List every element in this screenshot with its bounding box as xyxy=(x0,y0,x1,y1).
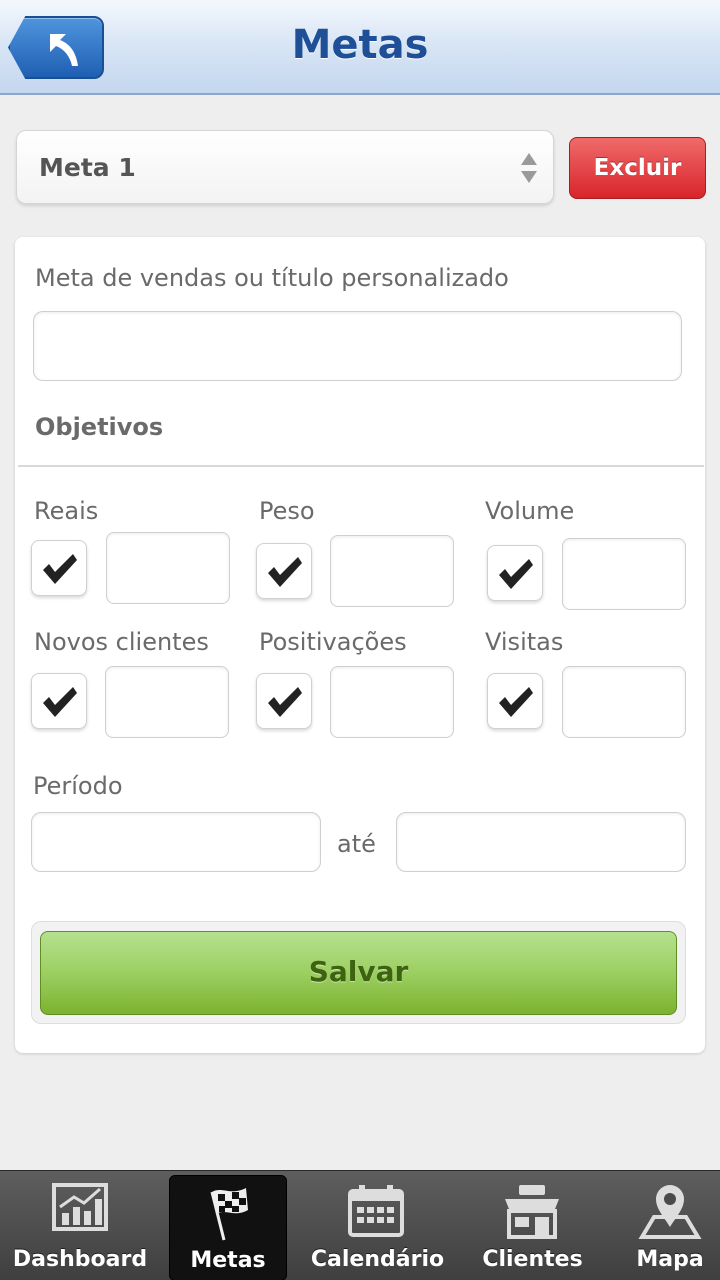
objective-label-visitas: Visitas xyxy=(485,628,564,656)
objective-label-novos-clientes: Novos clientes xyxy=(34,628,209,656)
checkbox-reais[interactable] xyxy=(31,540,87,596)
chart-icon xyxy=(52,1183,108,1231)
checkmark-icon xyxy=(43,687,77,717)
tab-label-clientes: Clientes xyxy=(482,1247,583,1272)
page-title: Metas xyxy=(291,22,429,68)
checkered-flag-icon xyxy=(210,1188,248,1241)
tab-metas[interactable]: Metas xyxy=(169,1175,287,1280)
tab-dashboard[interactable]: Dashboard xyxy=(0,1171,160,1280)
tab-mapa[interactable]: Mapa xyxy=(620,1171,720,1280)
delete-button[interactable]: Excluir xyxy=(569,137,706,199)
calendar-icon xyxy=(348,1185,404,1237)
objectives-heading: Objetivos xyxy=(35,413,164,441)
period-separator: até xyxy=(337,830,376,858)
objective-label-volume: Volume xyxy=(485,497,575,525)
title-label: Meta de vendas ou título personalizado xyxy=(35,264,509,292)
objective-label-positivacoes: Positivações xyxy=(259,628,407,656)
input-positivacoes[interactable] xyxy=(330,666,454,738)
tab-label-metas: Metas xyxy=(190,1248,266,1273)
checkbox-peso[interactable] xyxy=(256,543,312,599)
objective-label-peso: Peso xyxy=(259,497,315,525)
checkbox-volume[interactable] xyxy=(487,545,543,601)
tab-calendario[interactable]: Calendário xyxy=(300,1171,455,1280)
checkmark-icon xyxy=(499,687,533,717)
period-end-input[interactable] xyxy=(396,812,686,872)
checkbox-positivacoes[interactable] xyxy=(256,673,312,729)
tab-label-dashboard: Dashboard xyxy=(12,1247,148,1272)
checkmark-icon xyxy=(268,687,302,717)
tab-clientes[interactable]: Clientes xyxy=(465,1171,600,1280)
input-visitas[interactable] xyxy=(562,666,686,738)
save-button[interactable]: Salvar xyxy=(40,931,677,1015)
input-reais[interactable] xyxy=(106,532,230,604)
period-label: Período xyxy=(33,772,123,800)
checkmark-icon xyxy=(499,559,533,589)
objective-label-reais: Reais xyxy=(34,497,99,525)
checkbox-visitas[interactable] xyxy=(487,673,543,729)
tab-bar: Dashboard Metas Calendário Clientes Mapa xyxy=(0,1170,720,1280)
shop-icon xyxy=(505,1185,559,1239)
input-peso[interactable] xyxy=(330,535,454,607)
divider xyxy=(18,465,704,467)
map-pin-icon xyxy=(638,1185,702,1239)
input-novos-clientes[interactable] xyxy=(105,666,229,738)
period-start-input[interactable] xyxy=(31,812,321,872)
input-volume[interactable] xyxy=(562,538,686,610)
checkmark-icon xyxy=(268,557,302,587)
meta-select-value: Meta 1 xyxy=(39,153,136,182)
title-input[interactable] xyxy=(33,311,682,381)
checkbox-novos-clientes[interactable] xyxy=(31,673,87,729)
tab-label-mapa: Mapa xyxy=(636,1247,704,1272)
header-bar: Metas xyxy=(0,0,720,95)
save-button-frame: Salvar xyxy=(31,921,686,1024)
select-arrows-icon xyxy=(521,153,537,183)
tab-label-calendario: Calendário xyxy=(310,1247,445,1272)
checkmark-icon xyxy=(43,554,77,584)
meta-select[interactable]: Meta 1 xyxy=(16,130,554,204)
